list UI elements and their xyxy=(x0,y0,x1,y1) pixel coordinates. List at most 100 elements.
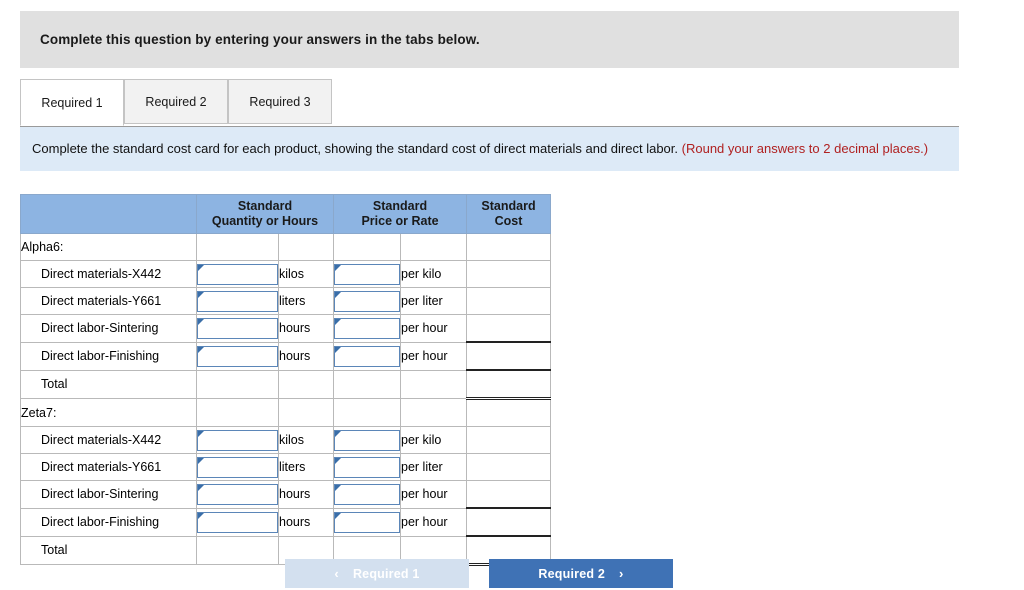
header-qty-line1: Standard xyxy=(237,199,293,213)
quantity-input[interactable] xyxy=(197,290,278,312)
rate-input-cell[interactable] xyxy=(333,507,401,537)
rate-unit-label: per hour xyxy=(400,314,467,343)
rate-input[interactable] xyxy=(334,483,400,505)
standard-cost-card-table: Standard Quantity or Hours Standard Pric… xyxy=(20,194,551,566)
tab-required-1-label: Required 1 xyxy=(41,95,103,110)
header-price-line2: Price or Rate xyxy=(361,214,439,228)
instruction-panel: Complete the standard cost card for each… xyxy=(20,126,959,171)
quantity-input[interactable] xyxy=(197,483,278,505)
rate-input[interactable] xyxy=(334,290,400,312)
header-price-line1: Standard xyxy=(372,199,428,213)
tab-required-3[interactable]: Required 3 xyxy=(228,79,332,124)
standard-cost-cell xyxy=(466,453,551,481)
quantity-input-cell[interactable] xyxy=(196,287,279,315)
quantity-input-cell[interactable] xyxy=(196,426,279,454)
rate-input-cell[interactable] xyxy=(333,260,401,288)
rate-input[interactable] xyxy=(334,263,400,285)
total-qty-cell xyxy=(196,369,279,399)
quantity-input[interactable] xyxy=(197,345,278,367)
section-title-rate-cell xyxy=(333,398,401,427)
instruction-round-note: (Round your answers to 2 decimal places.… xyxy=(681,141,929,156)
tab-required-2[interactable]: Required 2 xyxy=(124,79,228,124)
total-unit-cell xyxy=(278,369,334,399)
chevron-right-icon: › xyxy=(619,566,624,581)
row-label: Direct materials-X442 xyxy=(20,260,197,288)
section-title-cost-cell xyxy=(466,233,551,261)
rate-input-cell[interactable] xyxy=(333,426,401,454)
header-standard-price-or-rate: Standard Price or Rate xyxy=(333,194,467,234)
row-label: Direct materials-X442 xyxy=(20,426,197,454)
section-title-unit-cell xyxy=(278,398,334,427)
section-title-zeta7: Zeta7: xyxy=(20,398,197,427)
table-header-row: Standard Quantity or Hours Standard Pric… xyxy=(20,194,551,234)
rate-input-cell[interactable] xyxy=(333,341,401,371)
chevron-left-icon: ‹ xyxy=(334,566,339,581)
quantity-input[interactable] xyxy=(197,456,278,478)
quantity-unit-label: hours xyxy=(278,480,334,509)
rate-input[interactable] xyxy=(334,456,400,478)
next-requirement-label: Required 2 xyxy=(538,566,606,581)
requirement-navigation: ‹ Required 1 Required 2 › xyxy=(0,559,1024,590)
rate-input[interactable] xyxy=(334,511,400,533)
quantity-input-cell[interactable] xyxy=(196,453,279,481)
quantity-input[interactable] xyxy=(197,317,278,339)
section-title-row: Alpha6: xyxy=(20,233,551,261)
section-title-per-cell xyxy=(400,398,467,427)
rate-input[interactable] xyxy=(334,429,400,451)
table-row: Direct labor-Sintering hours per hour xyxy=(20,480,551,509)
header-standard-cost: Standard Cost xyxy=(466,194,551,234)
section-title-per-cell xyxy=(400,233,467,261)
tab-required-2-label: Required 2 xyxy=(145,94,207,109)
tab-required-1[interactable]: Required 1 xyxy=(20,79,124,126)
total-rate-cell xyxy=(333,369,401,399)
standard-cost-cell xyxy=(466,260,551,288)
total-row: Total xyxy=(20,369,551,400)
row-label: Direct materials-Y661 xyxy=(20,453,197,481)
standard-cost-cell xyxy=(466,287,551,315)
quantity-input-cell[interactable] xyxy=(196,341,279,371)
quantity-input-cell[interactable] xyxy=(196,260,279,288)
standard-cost-cell xyxy=(466,507,551,537)
quantity-unit-label: liters xyxy=(278,453,334,481)
row-label: Direct labor-Sintering xyxy=(20,314,197,343)
rate-input[interactable] xyxy=(334,345,400,367)
rate-input-cell[interactable] xyxy=(333,480,401,509)
quantity-input-cell[interactable] xyxy=(196,314,279,343)
quantity-unit-label: hours xyxy=(278,507,334,537)
header-qty-line2: Quantity or Hours xyxy=(211,214,319,228)
section-title-row: Zeta7: xyxy=(20,398,551,427)
section-title-alpha6: Alpha6: xyxy=(20,233,197,261)
standard-cost-cell xyxy=(466,426,551,454)
quantity-input-cell[interactable] xyxy=(196,480,279,509)
question-banner-text: Complete this question by entering your … xyxy=(40,32,480,47)
header-cost-line1: Standard xyxy=(481,199,536,213)
rate-unit-label: per hour xyxy=(400,507,467,537)
next-requirement-button[interactable]: Required 2 › xyxy=(489,559,673,588)
quantity-input-cell[interactable] xyxy=(196,507,279,537)
table-row: Direct materials-Y661 liters per liter xyxy=(20,453,551,481)
prev-requirement-label: Required 1 xyxy=(352,566,420,581)
instruction-main-text: Complete the standard cost card for each… xyxy=(32,141,679,156)
quantity-input[interactable] xyxy=(197,429,278,451)
rate-unit-label: per liter xyxy=(400,287,467,315)
total-per-cell xyxy=(400,369,467,399)
table-row: Direct materials-Y661 liters per liter xyxy=(20,287,551,315)
rate-input-cell[interactable] xyxy=(333,453,401,481)
table-row: Direct materials-X442 kilos per kilo xyxy=(20,426,551,454)
rate-unit-label: per hour xyxy=(400,341,467,371)
quantity-input[interactable] xyxy=(197,511,278,533)
table-row: Direct labor-Finishing hours per hour xyxy=(20,507,551,537)
section-title-unit-cell xyxy=(278,233,334,261)
rate-unit-label: per kilo xyxy=(400,260,467,288)
section-title-cost-cell xyxy=(466,398,551,427)
question-banner: Complete this question by entering your … xyxy=(20,11,959,68)
header-cost-line2: Cost xyxy=(494,214,523,228)
standard-cost-cell xyxy=(466,314,551,343)
prev-requirement-button[interactable]: ‹ Required 1 xyxy=(285,559,469,588)
quantity-input[interactable] xyxy=(197,263,278,285)
rate-input[interactable] xyxy=(334,317,400,339)
rate-unit-label: per liter xyxy=(400,453,467,481)
standard-cost-cell xyxy=(466,341,551,371)
rate-input-cell[interactable] xyxy=(333,314,401,343)
rate-input-cell[interactable] xyxy=(333,287,401,315)
